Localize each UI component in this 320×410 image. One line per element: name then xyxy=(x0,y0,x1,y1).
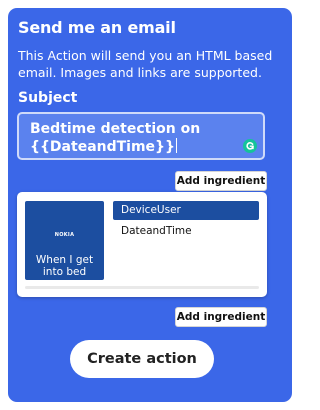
trigger-thumbnail: NOKIA When I get into bed xyxy=(25,201,104,280)
text-caret xyxy=(176,138,177,153)
grammar-check-icon[interactable] xyxy=(243,139,257,153)
action-title: Send me an email xyxy=(18,18,176,37)
action-description: This Action will send you an HTML based … xyxy=(18,48,273,80)
subject-input[interactable]: Bedtime detection on {{DateandTime}} xyxy=(17,112,265,160)
horizontal-scrollbar[interactable] xyxy=(25,286,259,289)
add-ingredient-button-subject[interactable]: Add ingredient xyxy=(175,171,267,191)
subject-value-line2: {{DateandTime}} xyxy=(30,139,175,155)
trigger-caption: When I get into bed xyxy=(35,254,94,278)
add-ingredient-button-body[interactable]: Add ingredient xyxy=(175,307,267,327)
subject-label: Subject xyxy=(18,90,78,106)
subject-value-line1: Bedtime detection on xyxy=(30,121,201,137)
create-action-button[interactable]: Create action xyxy=(70,340,214,378)
ingredient-item-deviceuser[interactable]: DeviceUser xyxy=(113,201,259,220)
ingredient-item-dateandtime[interactable]: DateandTime xyxy=(113,222,259,241)
nokia-logo: NOKIA xyxy=(54,232,75,238)
subject-value: Bedtime detection on {{DateandTime}} xyxy=(30,121,240,156)
